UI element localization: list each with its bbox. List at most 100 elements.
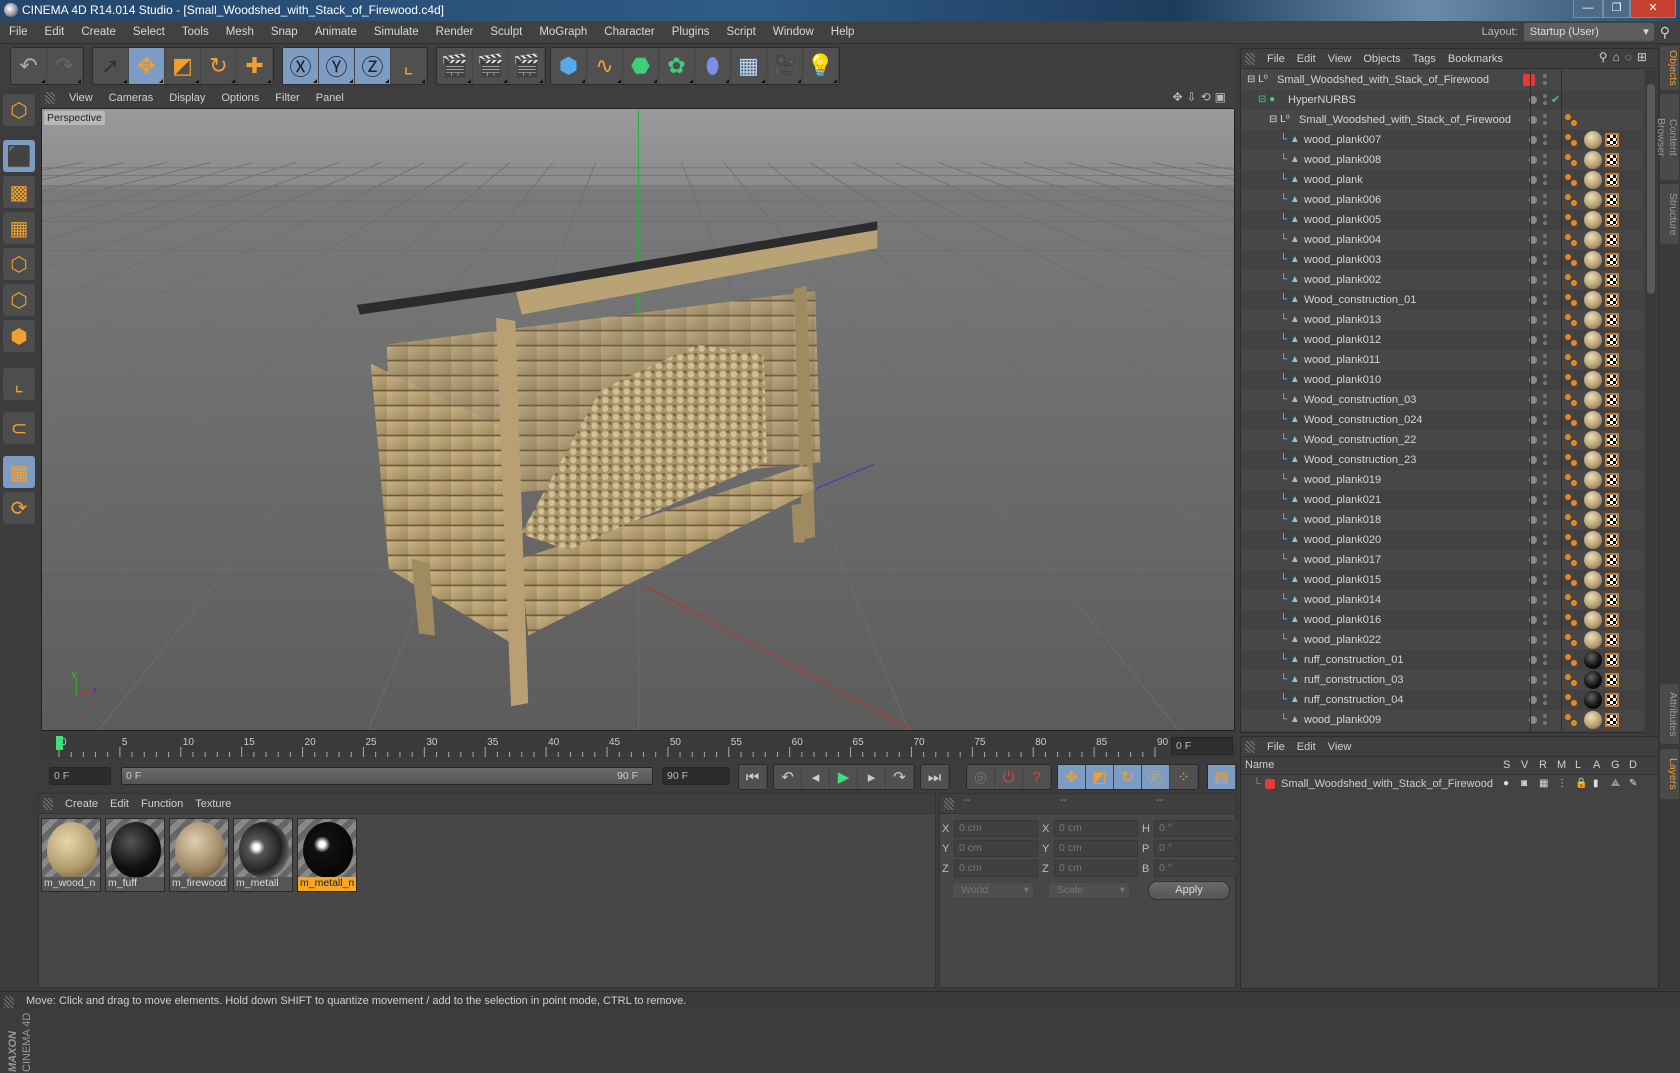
restore-button[interactable]: ❐ (1603, 0, 1630, 18)
uvw-tag-icon[interactable] (1605, 473, 1619, 487)
uvw-tag-icon[interactable] (1605, 713, 1619, 727)
y-axis-button[interactable]: Ⓨ (319, 48, 355, 84)
object-row[interactable]: └ ▲ Wood_construction_01 (1241, 290, 1643, 310)
layer-menu-file[interactable]: File (1261, 737, 1291, 757)
menu-snap[interactable]: Snap (262, 21, 306, 44)
uvw-tag-icon[interactable] (1605, 553, 1619, 567)
menu-render[interactable]: Render (427, 21, 482, 44)
render-visibility-dot[interactable] (1543, 134, 1547, 138)
add-button[interactable]: ✚ (237, 48, 273, 84)
magnet-button[interactable]: ⊂ (3, 412, 35, 444)
phong-tag-icon[interactable] (1565, 134, 1571, 140)
start-frame-field[interactable]: 0 F (49, 767, 111, 785)
uvw-tag-icon[interactable] (1605, 313, 1619, 327)
uvw-tag-icon[interactable] (1605, 573, 1619, 587)
layer-column-s[interactable]: S (1503, 759, 1510, 771)
object-menu-tags[interactable]: Tags (1407, 49, 1442, 69)
z-axis-button[interactable]: Ⓩ (355, 48, 391, 84)
uvw-tag-icon[interactable] (1605, 513, 1619, 527)
material-menu-create[interactable]: Create (59, 794, 104, 814)
object-row[interactable]: └ ▲ wood_plank014 (1241, 590, 1643, 610)
floor-button[interactable]: ▦ (731, 48, 767, 84)
render-visibility-dot[interactable] (1543, 314, 1547, 318)
workplane-button[interactable]: ▦ (3, 212, 35, 244)
autokey-icon[interactable]: ⏻ (995, 765, 1023, 789)
uvw-tag-icon[interactable] (1605, 593, 1619, 607)
object-row[interactable]: └ ▲ wood_plank011 (1241, 350, 1643, 370)
grip-handle[interactable] (45, 92, 55, 104)
object-row[interactable]: └ ▲ wood_plank003 (1241, 250, 1643, 270)
uvw-tag-icon[interactable] (1605, 193, 1619, 207)
lock-icon[interactable]: 🔒 (1575, 775, 1587, 793)
material-tag-icon[interactable] (1584, 131, 1602, 149)
phong-tag-icon[interactable] (1565, 254, 1571, 260)
phong-tag-icon[interactable] (1565, 414, 1571, 420)
uvw-tag-icon[interactable] (1605, 413, 1619, 427)
render-visibility-dot[interactable] (1543, 174, 1547, 178)
phong-tag-icon[interactable] (1565, 234, 1571, 240)
keyframe-help-icon[interactable]: ? (1023, 765, 1051, 789)
object-row[interactable]: └ ▲ wood_plank009 (1241, 710, 1643, 730)
coord-value-field[interactable]: 0 cm (954, 820, 1038, 837)
render-visibility-dot[interactable] (1543, 194, 1547, 198)
material-tag-icon[interactable] (1584, 491, 1602, 509)
layer-menu-edit[interactable]: Edit (1291, 737, 1322, 757)
coord-value-field[interactable]: 0 cm (1054, 820, 1138, 837)
object-row[interactable]: └ ▲ wood_plank012 (1241, 330, 1643, 350)
object-menu-objects[interactable]: Objects (1357, 49, 1406, 69)
texture-mode-button[interactable]: ▩ (3, 176, 35, 208)
uvw-tag-icon[interactable] (1605, 693, 1619, 707)
animation-icon[interactable]: ▮ (1593, 775, 1599, 793)
phong-tag-icon[interactable] (1565, 314, 1571, 320)
phong-tag-icon[interactable] (1565, 354, 1571, 360)
render-visibility-dot[interactable] (1543, 714, 1547, 718)
object-row[interactable]: └ ▲ ruff_construction_03 (1241, 670, 1643, 690)
phong-tag-icon[interactable] (1565, 174, 1571, 180)
object-menu-edit[interactable]: Edit (1291, 49, 1322, 69)
spline-button[interactable]: ∿ (587, 48, 623, 84)
material-tag-icon[interactable] (1584, 531, 1602, 549)
viewport-menu-panel[interactable]: Panel (308, 88, 352, 108)
material-tag-icon[interactable] (1584, 691, 1602, 709)
layer-column-l[interactable]: L (1575, 759, 1581, 771)
uvw-tag-icon[interactable] (1605, 673, 1619, 687)
uvw-tag-icon[interactable] (1605, 273, 1619, 287)
key-parameter-icon[interactable]: Ⓟ (1142, 765, 1170, 789)
menu-mesh[interactable]: Mesh (217, 21, 262, 44)
render-visibility-dot[interactable] (1543, 94, 1547, 98)
layer-column-v[interactable]: V (1521, 759, 1528, 771)
render-picture-viewer-button[interactable]: 🎬 (473, 48, 509, 84)
object-menu-view[interactable]: View (1322, 49, 1358, 69)
phong-tag-icon[interactable] (1565, 654, 1571, 660)
camera-button[interactable]: 🎥 (767, 48, 803, 84)
uvw-tag-icon[interactable] (1605, 333, 1619, 347)
uvw-tag-icon[interactable] (1605, 613, 1619, 627)
grip-handle[interactable] (1245, 741, 1255, 753)
object-row[interactable]: └ ▲ wood_plank015 (1241, 570, 1643, 590)
phong-tag-icon[interactable] (1565, 514, 1571, 520)
dock-tab-content-browser[interactable]: Content Browser (1655, 94, 1679, 180)
menu-select[interactable]: Select (124, 21, 173, 44)
menu-window[interactable]: Window (764, 21, 822, 44)
grip-handle[interactable] (43, 798, 53, 810)
material-menu-texture[interactable]: Texture (189, 794, 237, 814)
render-icon[interactable]: ▦ (1539, 775, 1548, 793)
edges-mode-button[interactable]: ⬡ (3, 284, 35, 316)
record-disabled-icon[interactable]: ◎ (967, 765, 995, 789)
coord-mode-select[interactable]: World ▾ (952, 882, 1034, 899)
playhead[interactable] (56, 736, 63, 750)
object-row[interactable]: └ ▲ Wood_construction_23 (1241, 450, 1643, 470)
render-visibility-dot[interactable] (1543, 254, 1547, 258)
phong-tag-icon[interactable] (1565, 674, 1571, 680)
visible-icon[interactable]: ◙ (1521, 775, 1527, 793)
key-pla-icon[interactable]: ⁘ (1170, 765, 1198, 789)
uvw-tag-icon[interactable] (1605, 453, 1619, 467)
layer-column-r[interactable]: R (1539, 759, 1547, 771)
phong-tag-icon[interactable] (1565, 294, 1571, 300)
object-row[interactable]: └ ▲ wood_plank010 (1241, 370, 1643, 390)
live-selection-button[interactable]: ➚ (93, 48, 129, 84)
go-to-end-icon[interactable]: ⏭ (921, 765, 949, 789)
object-row[interactable]: └ ▲ wood_plank006 (1241, 190, 1643, 210)
material-swatch[interactable]: m_wood_n (41, 818, 101, 892)
layer-color-swatch[interactable] (1523, 74, 1535, 86)
